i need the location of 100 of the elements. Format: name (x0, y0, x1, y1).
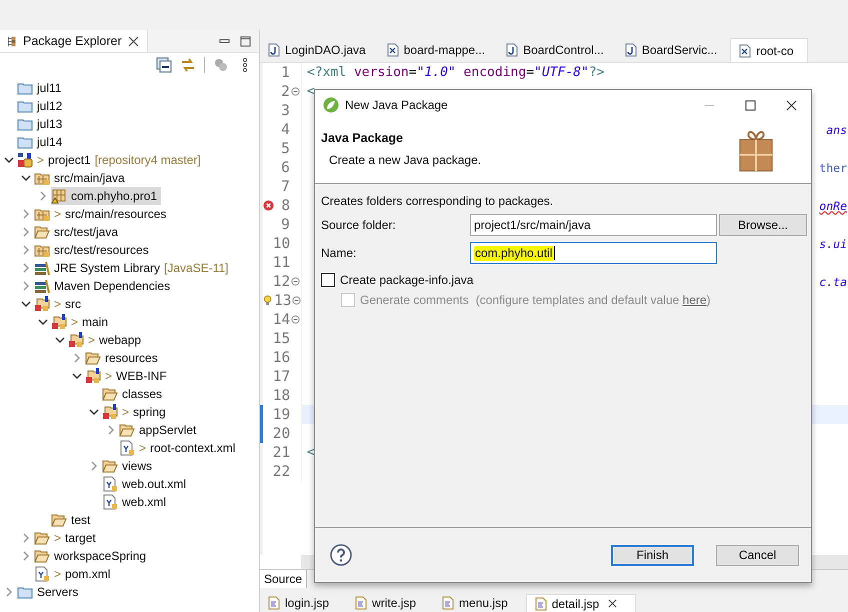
folder-icon (102, 458, 118, 474)
tree-item[interactable]: workspaceSpring (34, 547, 150, 565)
jsp-file-icon (268, 596, 280, 610)
browse-button[interactable]: Browse... (719, 214, 807, 236)
editor-tab[interactable]: LoginDAO.java (260, 38, 379, 62)
tree-item[interactable]: > src/main/resources (34, 205, 170, 223)
close-icon[interactable] (786, 100, 797, 110)
tree-item[interactable]: test (51, 511, 94, 529)
jsp-file-icon (534, 596, 547, 610)
collapse-chevron-icon[interactable] (55, 335, 65, 345)
expand-chevron-icon[interactable] (21, 227, 31, 237)
collapse-chevron-icon[interactable] (38, 317, 48, 327)
expand-chevron-icon[interactable] (4, 587, 14, 597)
tree-item[interactable]: src/main/java (34, 169, 129, 187)
tree-item[interactable]: web.xml (102, 493, 170, 511)
page-tab[interactable]: Source (260, 570, 308, 588)
tree-item[interactable]: jul11 (17, 79, 66, 97)
line-number: 7 (280, 178, 290, 194)
expand-chevron-icon[interactable] (106, 425, 116, 435)
tree-item[interactable]: JRE System Library [JavaSE-11] (34, 259, 233, 277)
link-arrows-icon[interactable] (180, 57, 196, 73)
tree-item[interactable]: > root-context.xml (119, 439, 240, 457)
tree-item[interactable]: jul13 (17, 115, 66, 133)
close-icon[interactable] (608, 599, 618, 608)
text-field[interactable]: project1/src/main/java (470, 214, 717, 236)
expand-chevron-icon[interactable] (21, 245, 31, 255)
tree-item[interactable]: src/test/resources (34, 241, 153, 259)
tree-item[interactable]: jul14 (17, 133, 66, 151)
folder-icon (85, 368, 101, 384)
editor-tab[interactable]: login.jsp (260, 594, 348, 612)
lightbulb-icon[interactable] (263, 295, 274, 306)
tree-item[interactable]: appServlet (119, 421, 200, 439)
page-description: Create a new Java package. (328, 153, 482, 167)
editor-tab[interactable]: write.jsp (347, 594, 434, 612)
editor-tab[interactable]: menu.jsp (434, 594, 526, 612)
tree-item[interactable]: resources (85, 349, 162, 367)
line-number: 16 (272, 350, 290, 366)
fold-icon[interactable] (290, 87, 300, 96)
tree-item[interactable]: com.phyho.pro1 (51, 187, 162, 205)
fold-icon[interactable] (292, 296, 302, 305)
code-fragment: onRe (819, 198, 848, 212)
collapse-chevron-icon[interactable] (89, 407, 99, 417)
dialog-button[interactable]: Cancel (716, 544, 799, 566)
tree-item[interactable]: web.out.xml (102, 475, 190, 493)
tree-item[interactable]: src/test/java (34, 223, 122, 241)
collapse-chevron-icon[interactable] (72, 371, 82, 381)
project-icon (17, 152, 33, 168)
expand-chevron-icon[interactable] (21, 263, 31, 273)
tree-item[interactable]: > spring (102, 403, 170, 421)
tree-item[interactable]: > src (34, 295, 86, 313)
jsp-file-icon (442, 596, 454, 610)
tree-item[interactable]: > target (34, 529, 100, 547)
maximize-icon[interactable] (240, 36, 251, 46)
line-number: 3 (280, 102, 290, 118)
tree-item[interactable]: > pom.xml (34, 565, 114, 583)
editor-tab[interactable]: root-co (730, 38, 808, 62)
expand-chevron-icon[interactable] (38, 191, 48, 201)
folder-icon (102, 404, 118, 420)
tree-item[interactable]: > project1 [repository4 master] (17, 151, 205, 169)
line-number: 5 (280, 140, 290, 156)
editor-tab[interactable]: board-mappe... (378, 38, 498, 62)
editor-tab[interactable]: detail.jsp (526, 594, 636, 612)
tree-item[interactable]: Maven Dependencies (34, 277, 174, 295)
folder-icon (119, 422, 135, 438)
expand-chevron-icon[interactable] (21, 281, 31, 291)
text-field[interactable]: com.phyho.util (470, 242, 717, 264)
tree-item[interactable]: classes (102, 385, 166, 403)
collapse-chevron-icon[interactable] (4, 155, 14, 165)
expand-chevron-icon[interactable] (21, 533, 31, 543)
checkbox[interactable] (321, 273, 335, 287)
tree-item[interactable]: > main (51, 313, 112, 331)
editor-tab[interactable]: BoardServic... (616, 38, 730, 62)
help-icon[interactable] (330, 544, 352, 566)
folder-icon (51, 314, 67, 330)
close-icon[interactable] (128, 36, 139, 46)
expand-chevron-icon[interactable] (89, 461, 99, 471)
tree-item[interactable]: > WEB-INF (85, 367, 171, 385)
collapse-chevron-icon[interactable] (21, 173, 31, 183)
dialog-button[interactable]: Finish (611, 544, 694, 566)
fold-icon[interactable] (291, 277, 300, 286)
tree-item[interactable]: views (102, 457, 156, 475)
expand-chevron-icon[interactable] (21, 209, 31, 219)
error-icon[interactable] (263, 200, 274, 211)
expand-chevron-icon[interactable] (72, 353, 82, 363)
file-icon (102, 494, 118, 510)
maximize-icon[interactable] (745, 100, 756, 110)
view-tab[interactable]: Package Explorer (0, 30, 148, 52)
collapse-all-icon[interactable] (156, 57, 172, 73)
line-number: 14 (272, 312, 290, 328)
line-number: 1 (280, 64, 290, 80)
fold-icon[interactable] (291, 315, 300, 324)
dialog-message: Creates folders corresponding to packages. (321, 194, 554, 208)
expand-chevron-icon[interactable] (21, 551, 31, 561)
tree-item[interactable]: > webapp (68, 331, 146, 349)
line-number: 12 (272, 274, 290, 290)
tree-item[interactable]: Servers (17, 583, 82, 601)
collapse-chevron-icon[interactable] (21, 299, 31, 309)
editor-tab[interactable]: BoardControl... (498, 38, 617, 62)
line-number: 4 (280, 122, 290, 138)
tree-item[interactable]: jul12 (17, 97, 66, 115)
